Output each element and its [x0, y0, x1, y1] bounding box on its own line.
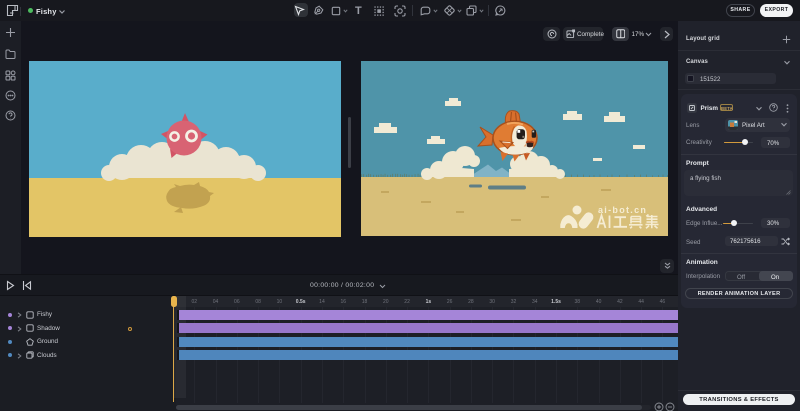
- svg-text:ai-bot.cn: ai-bot.cn: [598, 205, 647, 215]
